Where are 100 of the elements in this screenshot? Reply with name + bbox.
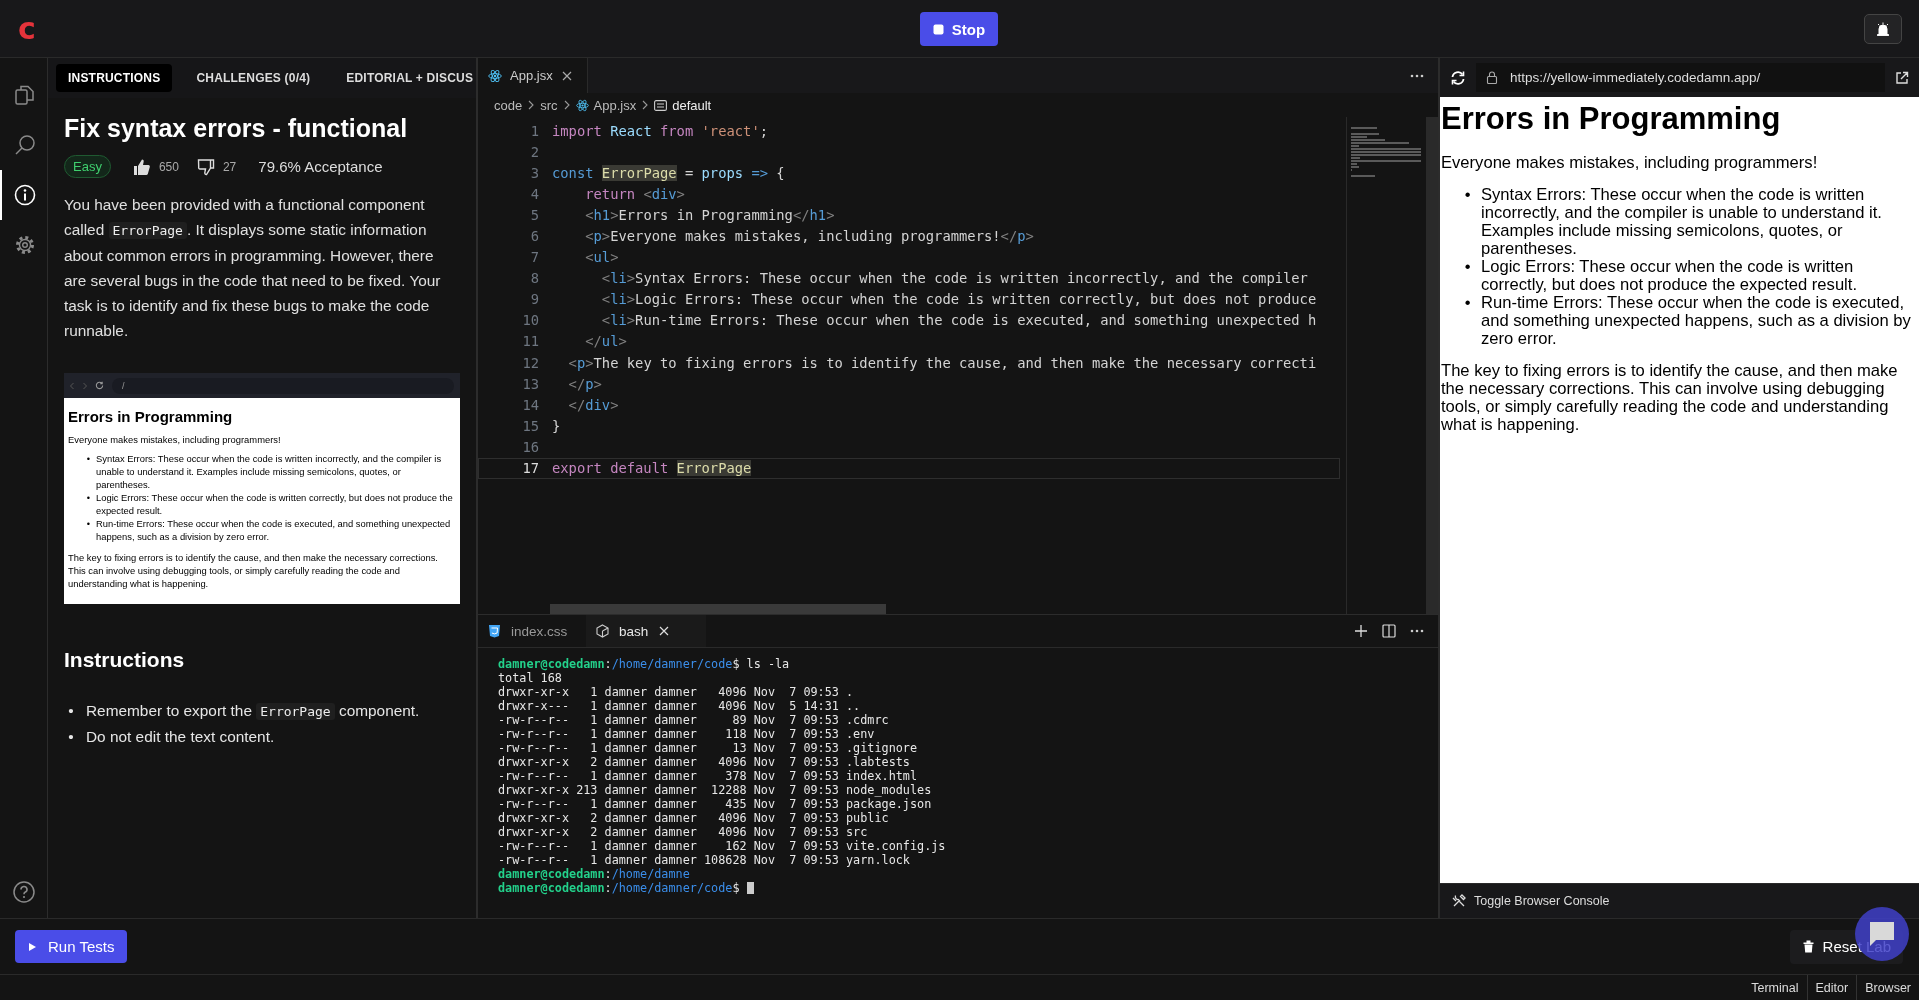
help-icon[interactable] xyxy=(11,880,36,904)
bullet: • xyxy=(1463,258,1472,278)
difficulty-badge: Easy xyxy=(64,155,111,178)
line-number: 14 xyxy=(521,396,540,413)
dislikes-count: 27 xyxy=(222,159,237,174)
code-line: return <div> xyxy=(584,184,685,203)
close-icon[interactable] xyxy=(560,69,573,82)
chevron-icon xyxy=(527,100,536,110)
line-number: 6 xyxy=(529,228,540,244)
panel-tab[interactable]: EDITORIAL + DISCUS xyxy=(334,64,476,92)
instruction-item: Remember to export the ErrorPage component. xyxy=(86,701,420,722)
alarm-button[interactable] xyxy=(1864,13,1902,44)
plus-icon[interactable] xyxy=(1354,624,1368,638)
breadcrumb-item[interactable]: code xyxy=(494,97,523,113)
breadcrumb-item[interactable]: App.jsx xyxy=(593,97,637,113)
bullet: • xyxy=(85,452,92,466)
view-toggle[interactable]: Terminal xyxy=(1743,975,1807,1000)
section-heading: Instructions xyxy=(64,648,186,672)
view-toggle[interactable]: Editor xyxy=(1806,975,1857,1000)
thumbs-up-icon[interactable] xyxy=(132,157,151,176)
thumbs-down-icon[interactable] xyxy=(196,157,215,176)
list-item: Run-time Errors: These occur when the code is executed, and something unexpected happens, such as a division by zero error. xyxy=(1481,294,1912,348)
tab-label: bash xyxy=(619,623,649,639)
line-number: 16 xyxy=(521,438,540,455)
more-icon[interactable] xyxy=(1410,629,1424,633)
bullet: • xyxy=(1463,294,1472,314)
files-icon[interactable] xyxy=(12,83,37,107)
code-line: </div> xyxy=(567,395,619,414)
line-number: 1 xyxy=(529,122,540,139)
terminal-line: -rw-r--r-- 1 damner damner 89 Nov 7 09:53 .cdmrc xyxy=(498,713,889,727)
logo[interactable]: c xyxy=(18,13,36,44)
terminal-line: drwxr-x--- 1 damner damner 4096 Nov 5 14:31 .. xyxy=(498,699,861,713)
trash-icon xyxy=(1802,940,1814,953)
stop-button[interactable]: Stop xyxy=(920,12,998,46)
terminal-line: drwxr-xr-x 2 damner damner 4096 Nov 7 09:53 public xyxy=(498,811,889,825)
line-number: 15 xyxy=(521,417,540,434)
line-number: 11 xyxy=(521,333,540,350)
code-line: <h1>Errors in Programming</h1> xyxy=(584,205,835,224)
terminal-line: drwxr-xr-x 2 damner damner 4096 Nov 7 09:53 .labtests xyxy=(498,755,910,769)
url-field[interactable]: https://yellow-immediately.codedamn.app/ xyxy=(1476,63,1885,92)
code-line: <li>Syntax Errors: These occur when the code is written incorrectly, and the compiler xyxy=(600,269,1308,288)
terminal-line: -rw-r--r-- 1 damner damner 378 Nov 7 09:53 index.html xyxy=(498,769,918,783)
chevron-icon xyxy=(562,100,571,110)
split-icon[interactable] xyxy=(1382,624,1396,638)
code-line: </ul> xyxy=(584,332,627,351)
close-icon[interactable] xyxy=(658,625,671,637)
lock-icon xyxy=(1486,71,1498,84)
view-toggle[interactable]: Browser xyxy=(1856,975,1919,1000)
bullet: • xyxy=(67,701,75,721)
terminal-line: damner@codedamn:/home/damner/code$ xyxy=(498,881,740,895)
terminal-tab[interactable]: index.css xyxy=(478,615,586,647)
code-line: <li>Logic Errors: These occur when the code is written correctly, but does not produce xyxy=(600,290,1317,309)
terminal-line: -rw-r--r-- 1 damner damner 108628 Nov 7 09:53 yarn.lock xyxy=(498,853,910,867)
terminal-line: damner@codedamn:/home/damne xyxy=(498,867,690,881)
terminal-tab[interactable]: bash xyxy=(586,615,706,647)
tab-label: App.jsx xyxy=(510,68,553,83)
breadcrumb-item[interactable]: src xyxy=(540,97,558,113)
line-number: 3 xyxy=(529,164,540,181)
terminal-line: drwxr-xr-x 213 damner damner 12288 Nov 7 09:53 node_modules xyxy=(498,783,932,797)
external-link-icon[interactable] xyxy=(1895,70,1909,85)
terminal-line: total 168 xyxy=(498,671,562,685)
code-line: <ul> xyxy=(584,248,619,267)
line-number: 13 xyxy=(521,375,540,392)
page-heading: Errors in Programming xyxy=(1441,101,1782,137)
react-icon xyxy=(488,68,502,83)
terminal-line: -rw-r--r-- 1 damner damner 162 Nov 7 09:53 vite.config.js xyxy=(498,839,946,853)
refresh-icon[interactable] xyxy=(1450,69,1466,86)
terminal-line: -rw-r--r-- 1 damner damner 118 Nov 7 09:53 .env xyxy=(498,727,875,741)
scrollbar[interactable] xyxy=(550,604,886,614)
code-line: export default ErrorPage xyxy=(552,459,752,478)
page-text: The key to fixing errors is to identify the cause, and then make the necessary corrections. This can involve using debugging tools, or simply carefully reading the code and understanding what is happening. xyxy=(68,551,439,590)
line-number: 8 xyxy=(529,270,540,287)
terminal-line: -rw-r--r-- 1 damner damner 13 Nov 7 09:53 .gitignore xyxy=(498,741,918,755)
line-number: 9 xyxy=(529,291,540,308)
react-icon xyxy=(575,98,589,112)
play-icon xyxy=(28,941,37,952)
terminal-line: drwxr-xr-x 2 damner damner 4096 Nov 7 09:53 src xyxy=(498,825,868,839)
line-number: 10 xyxy=(521,312,540,329)
list-item: Logic Errors: These occur when the code is written correctly, but does not produce the expected result. xyxy=(1481,258,1859,294)
breadcrumb-item[interactable]: default xyxy=(672,97,712,113)
info-icon[interactable] xyxy=(12,183,37,207)
page-text: The key to fixing errors is to identify the cause, and then make the necessary corrections. This can involve using debugging tools, or simply carefully reading the code and understanding what is happening. xyxy=(1441,362,1899,434)
more-icon[interactable] xyxy=(1410,73,1424,78)
panel-tab[interactable]: INSTRUCTIONS xyxy=(56,64,173,92)
terminal-line: damner@codedamn:/home/damner/code$ ls -la xyxy=(498,657,790,671)
bullet: • xyxy=(1463,186,1472,206)
line-number: 2 xyxy=(529,143,540,160)
panel-tab[interactable]: CHALLENGES (0/4) xyxy=(184,64,323,92)
reload-icon xyxy=(95,381,104,390)
bullet: • xyxy=(85,517,92,531)
file-tab[interactable]: App.jsx xyxy=(478,58,588,93)
list-item: Logic Errors: These occur when the code is written correctly, but does not produce the expected result. xyxy=(96,491,454,517)
code-line: const ErrorPage = props => { xyxy=(552,163,785,182)
css-file-icon xyxy=(488,624,501,638)
address-field: / xyxy=(112,377,454,394)
line-number: 12 xyxy=(521,354,540,371)
code-line: <p>The key to fixing errors is to identify the cause, and then make the necessary correcti xyxy=(567,353,1317,372)
scrollbar[interactable] xyxy=(1426,117,1438,614)
console-toggle[interactable]: Toggle Browser Console xyxy=(1440,883,1919,918)
run-tests-button[interactable]: Run Tests xyxy=(15,930,128,963)
